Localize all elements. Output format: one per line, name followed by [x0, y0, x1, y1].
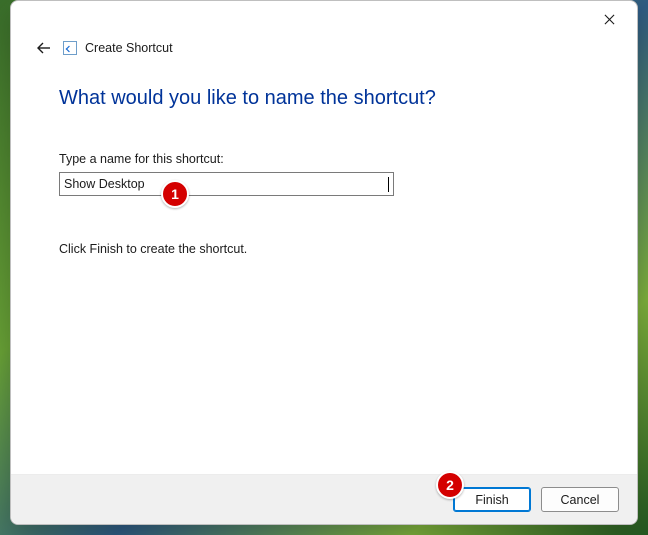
desktop-backdrop: Create Shortcut What would you like to n… [0, 0, 648, 535]
wizard-header: Create Shortcut [11, 35, 637, 59]
shortcut-icon [63, 41, 77, 55]
finish-button[interactable]: Finish [453, 487, 531, 512]
create-shortcut-wizard-window: Create Shortcut What would you like to n… [10, 0, 638, 525]
titlebar [11, 1, 637, 35]
close-icon [604, 14, 615, 25]
cancel-button[interactable]: Cancel [541, 487, 619, 512]
page-heading: What would you like to name the shortcut… [59, 87, 597, 110]
arrow-left-icon [36, 40, 52, 56]
shortcut-name-label: Type a name for this shortcut: [59, 152, 597, 166]
finish-instruction: Click Finish to create the shortcut. [59, 242, 597, 256]
text-caret [388, 177, 389, 192]
wizard-content: What would you like to name the shortcut… [11, 59, 637, 474]
close-button[interactable] [587, 5, 631, 33]
back-button[interactable] [33, 37, 55, 59]
wizard-footer: Finish Cancel [11, 474, 637, 524]
shortcut-name-input-wrap[interactable] [59, 172, 394, 196]
wizard-title: Create Shortcut [85, 41, 173, 55]
shortcut-name-input[interactable] [64, 177, 387, 191]
